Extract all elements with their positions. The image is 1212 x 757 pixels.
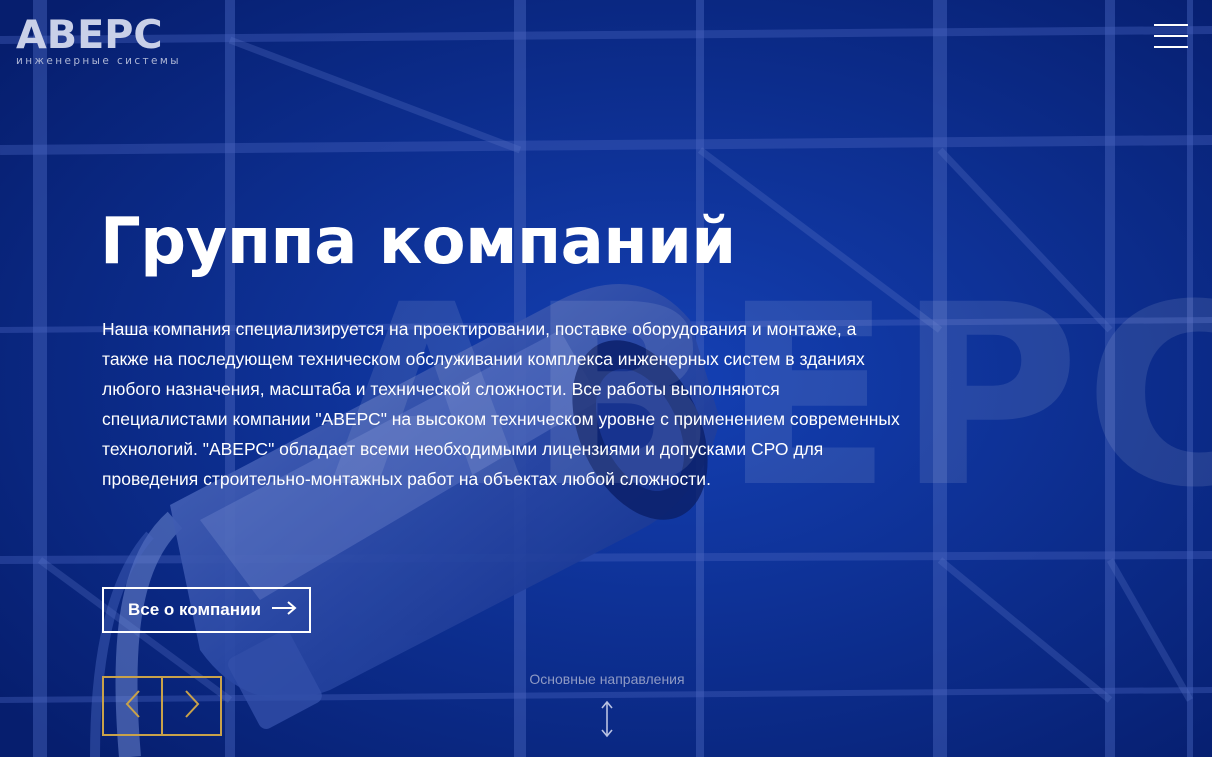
slider-navigation xyxy=(102,676,222,736)
main-directions-link[interactable]: Основные направления xyxy=(470,671,744,687)
chevron-right-icon xyxy=(183,689,201,724)
slider-prev-button[interactable] xyxy=(104,678,163,734)
hamburger-menu-icon[interactable] xyxy=(1150,18,1192,54)
slider-next-button[interactable] xyxy=(163,678,220,734)
company-logo[interactable]: АВЕРС инженерные системы xyxy=(16,13,179,68)
page-title: Группа компаний xyxy=(100,205,736,279)
logo-wordmark: АВЕРС xyxy=(16,13,163,58)
company-description: Наша компания специализируется на проект… xyxy=(102,319,900,489)
chevron-left-icon xyxy=(124,689,142,724)
vertical-double-arrow-icon[interactable] xyxy=(599,700,615,738)
arrow-right-icon xyxy=(271,600,297,620)
about-company-button[interactable]: Все о компании xyxy=(102,587,311,633)
about-company-label: Все о компании xyxy=(128,600,261,619)
